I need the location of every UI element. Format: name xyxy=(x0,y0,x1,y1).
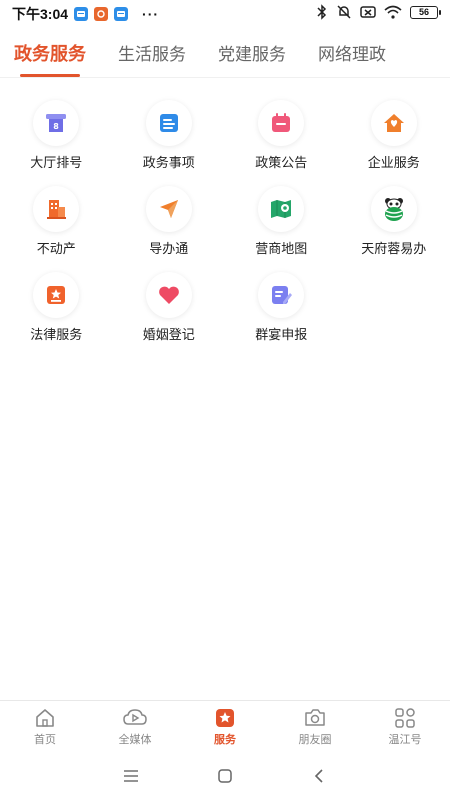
service-item-marriage[interactable]: 婚姻登记 xyxy=(113,272,226,358)
home-icon xyxy=(36,708,54,727)
bottom-nav: 首页 全媒体 服务 朋友圈 温江号 xyxy=(0,700,450,752)
panda-icon xyxy=(370,186,417,232)
service-item-real-estate[interactable]: 不动产 xyxy=(0,186,113,272)
nav-label: 全媒体 xyxy=(118,733,152,746)
heart-icon xyxy=(145,272,192,318)
service-label: 天府蓉易办 xyxy=(361,241,427,256)
service-item-policy-notice[interactable]: 政策公告 xyxy=(225,100,338,186)
tab-party-services[interactable]: 党建服务 xyxy=(218,28,286,78)
nav-label: 首页 xyxy=(34,733,56,746)
status-more-dots: ··· xyxy=(142,6,160,22)
mute-bell-icon xyxy=(337,5,351,19)
status-bar: 下午3:04 ··· 56 xyxy=(0,0,450,28)
tab-gov-services[interactable]: 政务服务 xyxy=(14,28,86,78)
service-label: 群宴申报 xyxy=(255,327,308,342)
service-label: 政务事项 xyxy=(142,155,195,170)
calendar-notice-icon xyxy=(258,100,305,146)
nav-moments[interactable]: 朋友圈 xyxy=(270,701,360,752)
service-label: 政策公告 xyxy=(255,155,308,170)
system-back-button[interactable] xyxy=(307,764,331,788)
app-notification-icon xyxy=(74,7,89,21)
system-nav-bar xyxy=(0,752,450,800)
service-label: 企业服务 xyxy=(367,155,420,170)
wifi-icon xyxy=(384,5,402,19)
service-label: 婚姻登记 xyxy=(142,327,195,342)
service-label: 导办通 xyxy=(149,241,189,256)
service-label: 法律服务 xyxy=(30,327,83,342)
navigation-arrow-icon xyxy=(145,186,192,232)
tab-online-governance[interactable]: 网络理政 xyxy=(318,28,386,78)
building-icon xyxy=(33,186,80,232)
square-home-icon xyxy=(218,769,232,783)
system-home-button[interactable] xyxy=(213,764,237,788)
nav-label: 服务 xyxy=(214,733,236,746)
nav-label: 朋友圈 xyxy=(298,733,332,746)
back-chevron-icon xyxy=(314,769,323,783)
nav-home[interactable]: 首页 xyxy=(0,701,90,752)
nav-wenjiang-account[interactable]: 温江号 xyxy=(360,701,450,752)
camera-icon xyxy=(305,708,325,726)
tab-life-services[interactable]: 生活服务 xyxy=(118,28,186,78)
nav-label: 温江号 xyxy=(388,733,422,746)
service-item-guide[interactable]: 导办通 xyxy=(113,186,226,272)
app-notification-icon xyxy=(94,7,109,21)
service-star-icon xyxy=(216,708,234,727)
enterprise-house-icon xyxy=(370,100,417,146)
service-item-enterprise[interactable]: 企业服务 xyxy=(338,100,450,186)
service-item-legal[interactable]: 法律服务 xyxy=(0,272,113,358)
battery-indicator: 56 xyxy=(410,5,441,19)
svg-text:8: 8 xyxy=(53,122,59,131)
service-item-gov-matters[interactable]: 政务事项 xyxy=(113,100,226,186)
service-item-banquet-report[interactable]: 群宴申报 xyxy=(225,272,338,358)
nav-media[interactable]: 全媒体 xyxy=(90,701,180,752)
map-pin-icon xyxy=(258,186,305,232)
service-item-hall-queue[interactable]: 8 大厅排号 xyxy=(0,100,113,186)
menu-icon xyxy=(124,770,138,782)
service-item-business-map[interactable]: 营商地图 xyxy=(225,186,338,272)
grid-apps-icon xyxy=(395,707,415,728)
service-label: 大厅排号 xyxy=(30,155,83,170)
bluetooth-icon xyxy=(317,4,327,20)
system-menu-button[interactable] xyxy=(119,764,143,788)
document-list-icon xyxy=(145,100,192,146)
media-play-icon xyxy=(123,708,147,725)
service-grid: 8 大厅排号 政务事项 政策公告 企业服务 不动产 导办通 营商地图 天府蓉易办… xyxy=(0,78,450,700)
edit-form-icon xyxy=(258,272,305,318)
service-category-tabs: 政务服务 生活服务 党建服务 网络理政 xyxy=(0,28,450,78)
service-label: 不动产 xyxy=(36,241,76,256)
service-label: 营商地图 xyxy=(255,241,308,256)
no-sim-icon xyxy=(360,6,376,18)
queue-ticket-icon: 8 xyxy=(33,100,80,146)
status-time: 下午3:04 xyxy=(12,6,69,22)
app-notification-icon xyxy=(114,7,129,21)
law-badge-icon xyxy=(33,272,80,318)
service-item-tianfu-easy[interactable]: 天府蓉易办 xyxy=(338,186,450,272)
nav-services[interactable]: 服务 xyxy=(180,701,270,752)
